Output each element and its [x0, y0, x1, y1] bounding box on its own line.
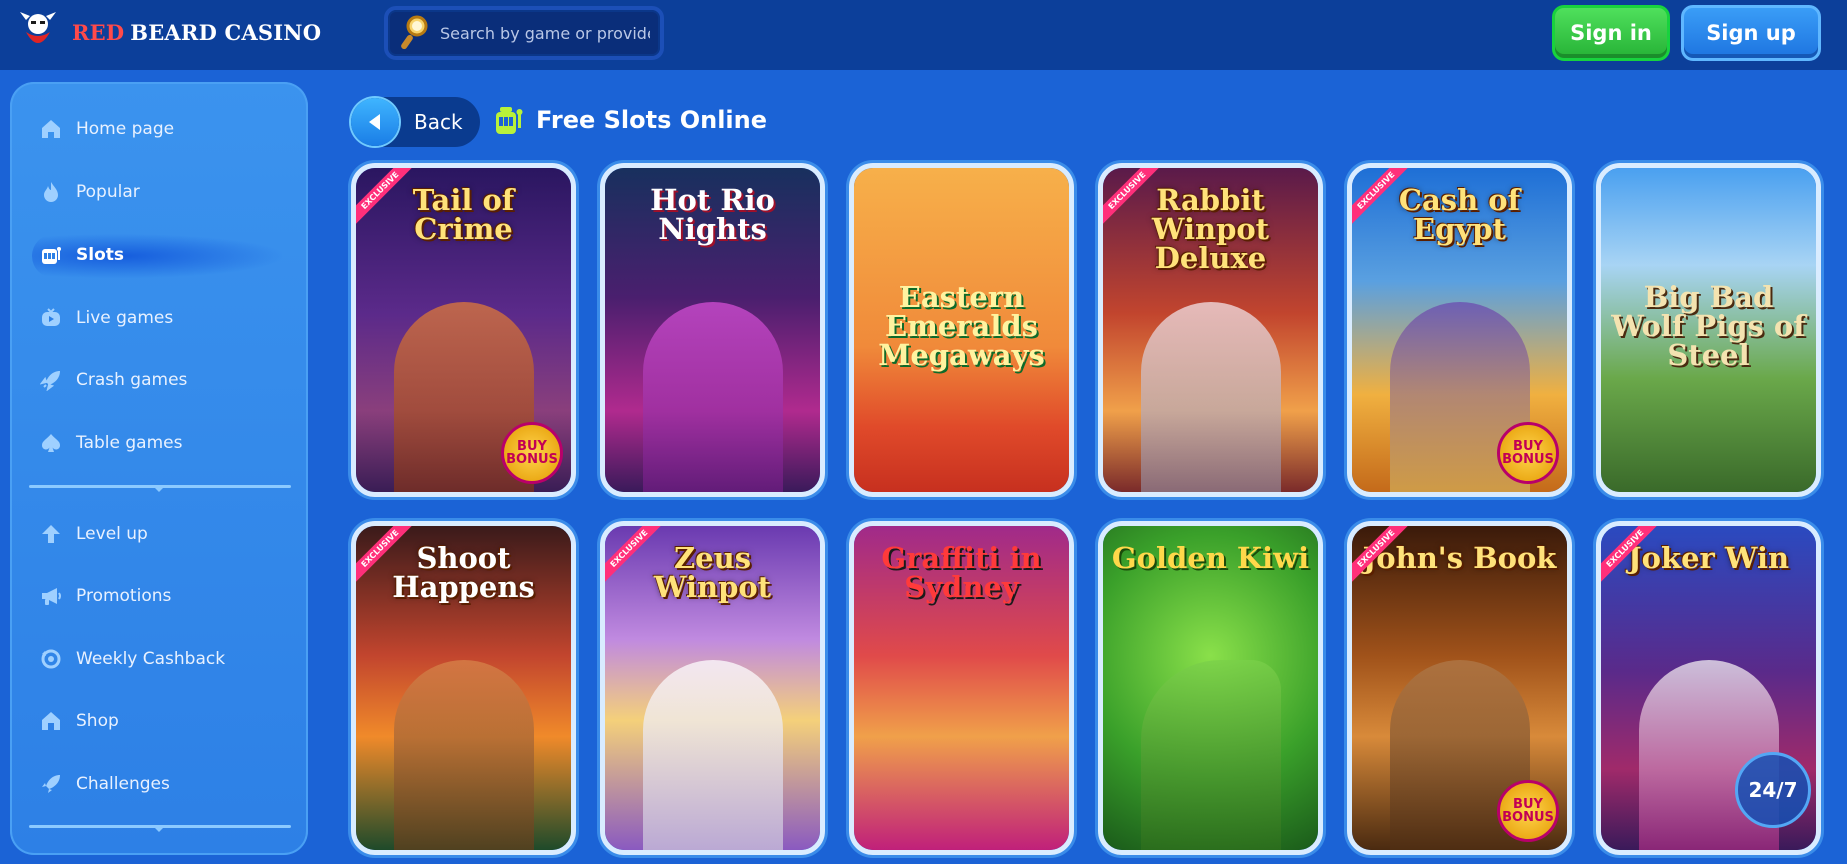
game-title: Golden Kiwi: [1111, 541, 1310, 575]
sidebar-item-label: Crash games: [76, 370, 188, 390]
sidebar-item-table-games[interactable]: Table games: [40, 423, 182, 463]
home-icon: [42, 120, 60, 138]
sidebar-item-slots[interactable]: Slots: [40, 235, 124, 275]
sidebar-item-label: Home page: [76, 119, 175, 139]
game-title: Big Bad Wolf Pigs of Steel: [1611, 280, 1806, 372]
character-art: [1140, 302, 1281, 492]
sidebar-item-promotions[interactable]: Promotions: [40, 576, 171, 616]
back-label: Back: [414, 110, 463, 134]
search-box[interactable]: [384, 6, 664, 60]
megaphone-icon: [42, 588, 61, 605]
sidebar-item-label: Challenges: [76, 774, 170, 794]
arrow-up-icon: [42, 525, 60, 543]
sidebar-item-label: Table games: [76, 433, 183, 453]
game-title: Eastern Emeralds Megaways: [878, 280, 1045, 372]
sidebar-item-level-up[interactable]: Level up: [40, 514, 148, 554]
rocket-icon: [42, 775, 60, 793]
brand-name: RED BEARD CASINO: [72, 20, 321, 45]
cashback-icon: [41, 649, 61, 669]
live-icon: [42, 308, 60, 326]
page-title: Free Slots Online: [536, 106, 768, 134]
back-button[interactable]: Back: [350, 97, 480, 147]
slot-machine-icon: [42, 247, 61, 264]
sidebar-item-label: Shop: [76, 711, 119, 731]
game-tile-cash-of-egypt[interactable]: Cash of Egypt EXCLUSIVE BUY BONUS: [1347, 163, 1572, 497]
support-chat-button[interactable]: 24/7: [1735, 752, 1811, 828]
game-tile-shoot-happens[interactable]: Shoot Happens EXCLUSIVE: [351, 521, 576, 855]
sidebar-item-popular[interactable]: Popular: [40, 172, 140, 212]
sidebar: Home page Popular Slots Live games Crash…: [10, 82, 308, 855]
sidebar-item-crash-games[interactable]: Crash games: [40, 360, 187, 400]
buy-bonus-badge: BUY BONUS: [501, 422, 563, 484]
sidebar-item-label: Weekly Cashback: [76, 649, 226, 669]
game-tile-zeus-winpot[interactable]: Zeus Winpot EXCLUSIVE: [600, 521, 825, 855]
game-tile-golden-kiwi[interactable]: Golden Kiwi: [1098, 521, 1323, 855]
game-tile-graffiti-in-sydney[interactable]: Graffiti in Sydney: [849, 521, 1074, 855]
pirate-logo-icon: [20, 12, 56, 43]
sidebar-item-challenges[interactable]: Challenges: [40, 764, 170, 804]
brand-name-red: RED: [72, 19, 125, 45]
game-title: Cash of Egypt: [1398, 183, 1521, 246]
game-tile-tail-of-crime[interactable]: Tail of Crime EXCLUSIVE BUY BONUS: [351, 163, 576, 497]
sidebar-item-label: Promotions: [76, 586, 172, 606]
spade-icon: [41, 434, 61, 452]
game-tile-hot-rio-nights[interactable]: Hot Rio Nights: [600, 163, 825, 497]
slot-machine-icon: [496, 107, 523, 134]
sidebar-item-label: Slots: [76, 245, 124, 265]
character-art: [393, 660, 534, 850]
game-tile-rabbit-winpot[interactable]: Rabbit Winpot Deluxe EXCLUSIVE: [1098, 163, 1323, 497]
game-title: Hot Rio Nights: [650, 183, 775, 246]
shop-icon: [42, 712, 60, 730]
sidebar-item-home[interactable]: Home page: [40, 109, 174, 149]
character-art: [1140, 660, 1281, 850]
character-art: [642, 302, 783, 492]
rocket-icon: [40, 371, 60, 391]
game-title: Rabbit Winpot Deluxe: [1151, 183, 1270, 275]
game-tile-eastern-emeralds[interactable]: Eastern Emeralds Megaways: [849, 163, 1074, 497]
sidebar-divider: [29, 485, 291, 492]
sign-in-button[interactable]: Sign in: [1552, 5, 1670, 61]
magnifier-icon: [401, 15, 428, 50]
sidebar-item-weekly-cashback[interactable]: Weekly Cashback: [40, 639, 225, 679]
sidebar-item-live-games[interactable]: Live games: [40, 298, 173, 338]
game-tile-johns-book[interactable]: John's Book EXCLUSIVE BUY BONUS: [1347, 521, 1572, 855]
game-tile-big-bad-wolf[interactable]: Big Bad Wolf Pigs of Steel: [1596, 163, 1821, 497]
game-title: Graffiti in Sydney: [881, 541, 1042, 604]
game-title: Tail of Crime: [412, 183, 515, 246]
sidebar-item-label: Popular: [76, 182, 140, 202]
brand-name-rest: BEARD CASINO: [130, 19, 322, 45]
page-heading: Free Slots Online: [494, 104, 767, 136]
sidebar-item-label: Level up: [76, 524, 148, 544]
sign-up-button[interactable]: Sign up: [1681, 5, 1821, 61]
sidebar-item-shop[interactable]: Shop: [40, 701, 119, 741]
sidebar-divider: [29, 825, 291, 832]
game-title: Zeus Winpot: [653, 541, 772, 604]
game-title: Shoot Happens: [392, 541, 535, 604]
search-input[interactable]: [440, 23, 650, 43]
buy-bonus-badge: BUY BONUS: [1497, 422, 1559, 484]
sidebar-item-label: Live games: [76, 308, 174, 328]
logo[interactable]: RED BEARD CASINO: [18, 10, 321, 54]
character-art: [642, 660, 783, 850]
flame-icon: [44, 182, 58, 202]
buy-bonus-badge: BUY BONUS: [1497, 780, 1559, 842]
back-arrow-icon: [351, 98, 399, 146]
